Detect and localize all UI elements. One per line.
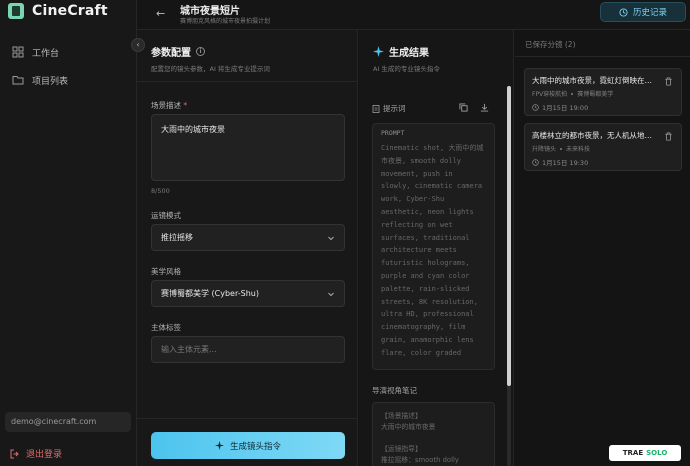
result-subtitle: AI 生成的专业镜头指令 (373, 65, 440, 73)
trash-icon[interactable] (664, 77, 673, 86)
page-subtitle: 赛博朋克风格的城市夜景拍摄计划 (180, 18, 271, 25)
chevron-down-icon (328, 292, 334, 296)
info-icon[interactable]: i (196, 47, 205, 56)
card-meta: FPV穿梭航拍 赛博蜀都美学 (532, 91, 614, 98)
clock-icon (532, 158, 539, 166)
logout-button[interactable]: 退出登录 (10, 447, 62, 460)
sidebar: CineCraft 工作台 项目列表 demo@cinecraft.com 退出… (0, 0, 137, 466)
sidebar-item-workbench[interactable]: 工作台 (0, 41, 137, 63)
director-notes-label: 导演视角笔记 (372, 386, 417, 395)
top-bar: ← 城市夜景短片 赛博朋克风格的城市夜景拍摄计划 历史记录 (137, 0, 690, 30)
character-counter: 8/500 (151, 187, 170, 195)
note-line: 推拉摇移：smooth dolly (381, 456, 459, 464)
trae-solo-badge[interactable]: TRAE SOLO (609, 445, 681, 461)
logout-icon (10, 449, 19, 458)
sidebar-item-label: 项目列表 (32, 76, 69, 87)
logout-label: 退出登录 (26, 450, 63, 460)
solo-tag: SOLO (646, 449, 668, 457)
copy-icon[interactable] (459, 103, 468, 112)
page-title: 城市夜景短片 (180, 6, 240, 17)
divider (515, 56, 690, 57)
config-subtitle: 配置您的镜头参数，AI 将生成专业提示词 (151, 65, 270, 73)
result-panel: 生成结果 AI 生成的专业镜头指令 提示词 PROMPT Cinematic s… (359, 30, 514, 466)
note-line: 【运镜指导】 (381, 445, 422, 453)
saved-card[interactable]: 大雨中的城市夜景，霓虹灯倒映在湿漉漉的街道上 FPV穿梭航拍赛博蜀都美学 1月1… (524, 68, 682, 116)
sidebar-item-label: 工作台 (32, 48, 60, 59)
trash-icon[interactable] (664, 132, 673, 141)
clock-icon (532, 103, 539, 111)
cinecraft-logo-icon (8, 3, 24, 19)
config-title: 参数配置 (151, 48, 191, 59)
generate-label: 生成镜头指令 (229, 441, 281, 452)
card-meta: 升降镜头 未来科技 (532, 146, 591, 153)
camera-mode-value: 推拉摇移 (161, 233, 193, 242)
chevron-down-icon (328, 236, 334, 240)
card-time: 1月15日 19:30 (532, 157, 674, 167)
scene-label: 场景描述 * (151, 101, 188, 110)
card-title: 大雨中的城市夜景，霓虹灯倒映在湿漉漉的街道上 (532, 76, 654, 85)
style-label: 美学风格 (151, 267, 181, 276)
note-line: 【场景描述】 (381, 412, 422, 420)
director-notes-box: 【场景描述】 大雨中的城市夜景 【运镜指导】 推拉摇移：smooth dolly (372, 402, 495, 466)
note-line (381, 433, 486, 444)
prompt-header: PROMPT (381, 129, 405, 137)
subject-input[interactable]: 输入主体元素... (151, 336, 345, 363)
card-title: 高楼林立的都市夜景，无人机从地面升起 (532, 131, 654, 140)
style-select[interactable]: 赛博蜀都美学 (Cyber-Shu) (151, 280, 345, 307)
config-panel: 参数配置 i 配置您的镜头参数，AI 将生成专业提示词 场景描述 * 大雨中的城… (137, 30, 358, 466)
chevron-left-icon: ‹ (136, 40, 140, 49)
sidebar-nav: 工作台 项目列表 (0, 41, 137, 97)
download-icon[interactable] (480, 103, 489, 112)
trae-brand: TRAE (622, 449, 644, 457)
document-icon (372, 104, 380, 113)
sparkle-icon (373, 46, 384, 57)
prompt-box[interactable]: PROMPT Cinematic shot, 大雨中的城市夜景, smooth … (372, 123, 495, 370)
grid-icon (12, 46, 24, 58)
subject-label: 主体标签 (151, 323, 181, 332)
card-time: 1月15日 19:00 (532, 102, 674, 112)
prompt-text: Cinematic shot, 大雨中的城市夜景, smooth dolly m… (381, 144, 487, 357)
saved-label: 已保存分镜 (2) (525, 40, 576, 49)
sidebar-item-projects[interactable]: 项目列表 (0, 69, 137, 91)
divider (137, 81, 358, 82)
back-arrow-icon[interactable]: ← (156, 7, 165, 20)
app-name: CineCraft (32, 3, 108, 19)
note-line: 大雨中的城市夜景 (381, 423, 436, 431)
saved-panel: 已保存分镜 (2) 大雨中的城市夜景，霓虹灯倒映在湿漉漉的街道上 FPV穿梭航拍… (515, 30, 690, 466)
sparkle-icon (214, 441, 224, 450)
brand[interactable]: CineCraft (8, 3, 108, 19)
collapse-sidebar-button[interactable]: ‹ (131, 38, 145, 52)
history-icon (619, 7, 628, 17)
user-email: demo@cinecraft.com (5, 412, 131, 432)
divider (137, 418, 358, 419)
prompt-label: 提示词 (372, 103, 406, 114)
style-value: 赛博蜀都美学 (Cyber-Shu) (161, 289, 259, 298)
scrollbar-thumb[interactable] (507, 86, 511, 386)
camera-mode-label: 运镜模式 (151, 211, 181, 220)
folder-icon (12, 76, 24, 85)
result-title: 生成结果 (389, 48, 429, 59)
scene-description-input[interactable]: 大雨中的城市夜景 (151, 114, 345, 181)
generate-button[interactable]: 生成镜头指令 (151, 432, 345, 459)
camera-mode-select[interactable]: 推拉摇移 (151, 224, 345, 251)
saved-card[interactable]: 高楼林立的都市夜景，无人机从地面升起 升降镜头 未来科技 1月15日 19:30 (524, 123, 682, 171)
history-label: 历史记录 (632, 8, 667, 18)
history-button[interactable]: 历史记录 (600, 2, 686, 22)
